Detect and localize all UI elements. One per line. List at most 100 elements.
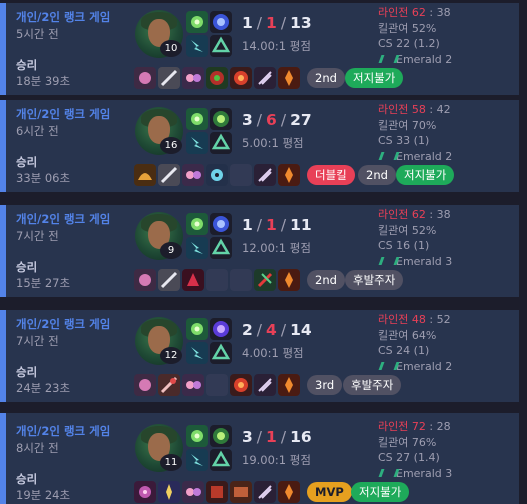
match-card[interactable]: 개인/2인 랭크 게임 5시간 전 승리 18분 39초 10 1/1/13 1… bbox=[0, 3, 527, 95]
flash-icon bbox=[186, 237, 208, 259]
champion-level: 10 bbox=[160, 40, 182, 57]
lane-score: 라인전 62 : 38 bbox=[378, 6, 451, 19]
time-ago: 7시간 전 bbox=[16, 334, 59, 348]
trinket-slot[interactable] bbox=[278, 164, 300, 186]
match-stats: 라인전 62 : 38 킬관여 52% CS 22 (1.2) Emerald … bbox=[378, 5, 452, 67]
creep-score: CS 33 (1) bbox=[378, 134, 430, 147]
item-slot[interactable] bbox=[134, 164, 156, 186]
item-slot[interactable] bbox=[182, 164, 204, 186]
emerald-tier-icon bbox=[378, 54, 400, 63]
deaths: 6 bbox=[266, 111, 277, 129]
match-result: 승리 bbox=[16, 58, 38, 72]
rank-in-team-badge: 2nd bbox=[307, 270, 345, 290]
double-kill-badge: 더블킬 bbox=[307, 165, 355, 185]
item-slot[interactable] bbox=[182, 374, 204, 396]
creep-score: CS 24 (1) bbox=[378, 344, 430, 357]
kda-ratio: 5.00:1 평점 bbox=[242, 136, 304, 150]
rune-primary-icon bbox=[210, 318, 232, 340]
kda: 1/1/11 bbox=[242, 216, 312, 234]
trinket-slot[interactable] bbox=[278, 269, 300, 291]
match-card[interactable]: 개인/2인 랭크 게임 6시간 전 승리 33분 06초 16 3/6/27 5… bbox=[0, 100, 527, 192]
item-slot[interactable] bbox=[158, 67, 180, 89]
item-slot[interactable] bbox=[182, 67, 204, 89]
trinket-slot[interactable] bbox=[278, 374, 300, 396]
time-ago: 6시간 전 bbox=[16, 124, 59, 138]
kills: 3 bbox=[242, 428, 253, 446]
item-slot[interactable] bbox=[254, 269, 276, 291]
unstoppable-badge: 저지불가 bbox=[345, 68, 404, 88]
rank-in-team-badge: 2nd bbox=[307, 68, 345, 88]
flash-icon bbox=[186, 35, 208, 57]
queue-type: 개인/2인 랭크 게임 bbox=[16, 10, 111, 24]
kills: 2 bbox=[242, 321, 253, 339]
rune-primary-icon bbox=[210, 108, 232, 130]
item-slot[interactable] bbox=[134, 269, 156, 291]
deaths: 1 bbox=[266, 216, 277, 234]
kda-ratio: 14.00:1 평점 bbox=[242, 39, 311, 53]
lane-score: 라인전 62 : 38 bbox=[378, 208, 451, 221]
win-indicator bbox=[0, 205, 6, 297]
average-tier: Emerald 3 bbox=[378, 466, 452, 482]
trinket-slot[interactable] bbox=[278, 67, 300, 89]
item-slot[interactable] bbox=[134, 481, 156, 503]
item-slot[interactable] bbox=[182, 269, 204, 291]
match-card[interactable]: 개인/2인 랭크 게임 7시간 전 승리 24분 23초 12 2/4/14 4… bbox=[0, 310, 527, 402]
match-stats: 라인전 72 : 28 킬관여 76% CS 27 (1.4) Emerald … bbox=[378, 419, 452, 481]
item-slot[interactable] bbox=[206, 67, 228, 89]
trinket-slot[interactable] bbox=[278, 481, 300, 503]
rune-secondary-icon bbox=[210, 342, 232, 364]
win-indicator bbox=[0, 310, 6, 402]
match-result: 승리 bbox=[16, 365, 38, 379]
match-stats: 라인전 62 : 38 킬관여 52% CS 16 (1) Emerald 3 bbox=[378, 207, 452, 269]
rune-secondary-icon bbox=[210, 237, 232, 259]
item-slot[interactable] bbox=[230, 481, 252, 503]
item-slot[interactable] bbox=[182, 481, 204, 503]
queue-type: 개인/2인 랭크 게임 bbox=[16, 317, 111, 331]
empty-item-slot bbox=[230, 269, 252, 291]
item-slot[interactable] bbox=[254, 481, 276, 503]
lane-score: 라인전 72 : 28 bbox=[378, 420, 451, 433]
match-card[interactable]: 개인/2인 랭크 게임 7시간 전 승리 15분 27초 9 1/1/11 12… bbox=[0, 205, 527, 297]
mvp-badge: MVP bbox=[307, 482, 352, 502]
match-result: 승리 bbox=[16, 472, 38, 486]
deaths: 1 bbox=[266, 14, 277, 32]
next-column-edge bbox=[520, 0, 527, 504]
match-stats: 라인전 48 : 52 킬관여 64% CS 24 (1) Emerald 2 bbox=[378, 312, 452, 374]
rune-primary-icon bbox=[210, 213, 232, 235]
item-slot[interactable] bbox=[134, 67, 156, 89]
average-tier: Emerald 2 bbox=[378, 359, 452, 375]
item-slot[interactable] bbox=[158, 164, 180, 186]
item-slot[interactable] bbox=[230, 374, 252, 396]
item-slot[interactable] bbox=[254, 374, 276, 396]
match-result: 승리 bbox=[16, 155, 38, 169]
item-slot[interactable] bbox=[158, 269, 180, 291]
deaths: 4 bbox=[266, 321, 277, 339]
kda: 3/1/16 bbox=[242, 428, 312, 446]
assists: 16 bbox=[290, 428, 312, 446]
match-card[interactable]: 개인/2인 랭크 게임 8시간 전 승리 19분 24초 11 3/1/16 1… bbox=[0, 413, 527, 504]
creep-score: CS 16 (1) bbox=[378, 239, 430, 252]
time-ago: 8시간 전 bbox=[16, 441, 59, 455]
champion-level: 11 bbox=[160, 454, 182, 471]
item-slot[interactable] bbox=[254, 164, 276, 186]
win-indicator bbox=[0, 100, 6, 192]
rune-secondary-icon bbox=[210, 132, 232, 154]
late-bloomer-badge: 후발주자 bbox=[343, 375, 402, 395]
smite-icon bbox=[186, 108, 208, 130]
match-duration: 19분 24초 bbox=[16, 488, 71, 502]
flash-icon bbox=[186, 342, 208, 364]
empty-item-slot bbox=[206, 374, 228, 396]
item-slot[interactable] bbox=[158, 374, 180, 396]
assists: 11 bbox=[290, 216, 312, 234]
lane-score: 라인전 58 : 42 bbox=[378, 103, 451, 116]
item-slot[interactable] bbox=[206, 164, 228, 186]
item-slot[interactable] bbox=[158, 481, 180, 503]
item-slot[interactable] bbox=[254, 67, 276, 89]
item-slot[interactable] bbox=[134, 374, 156, 396]
win-indicator bbox=[0, 3, 6, 95]
lane-score: 라인전 48 : 52 bbox=[378, 313, 451, 326]
item-slot[interactable] bbox=[230, 67, 252, 89]
assists: 13 bbox=[290, 14, 312, 32]
item-slot[interactable] bbox=[206, 481, 228, 503]
average-tier: Emerald 3 bbox=[378, 254, 452, 270]
